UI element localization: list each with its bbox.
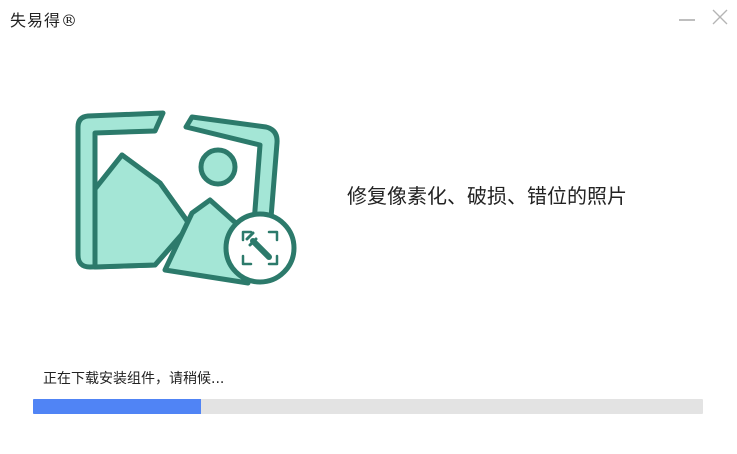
minimize-button[interactable] [674, 4, 700, 30]
broken-photo-repair-icon [70, 105, 305, 290]
minimize-icon [679, 19, 695, 21]
progress-bar-fill [33, 399, 201, 414]
close-button[interactable] [707, 4, 733, 30]
close-icon [712, 9, 728, 25]
progress-bar [33, 399, 703, 414]
title-bar: 失易得® [0, 0, 737, 36]
feature-headline: 修复像素化、破损、错位的照片 [347, 184, 627, 208]
progress-status-text: 正在下载安装组件，请稍候... [43, 371, 225, 387]
app-title: 失易得® [10, 11, 79, 30]
